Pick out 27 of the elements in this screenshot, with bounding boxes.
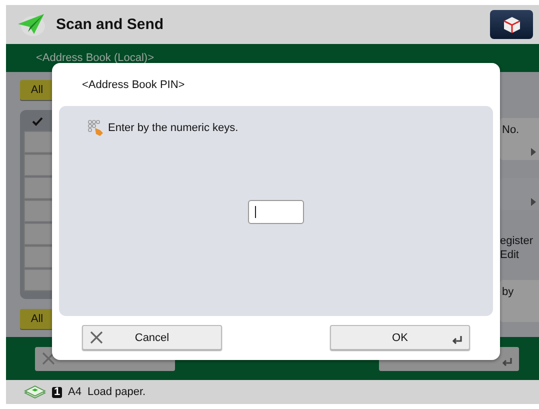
- paper-size: A4: [68, 386, 82, 398]
- dialog-title: <Address Book PIN>: [82, 78, 185, 90]
- all-button[interactable]: All: [20, 309, 54, 329]
- arrow-icon: [531, 198, 536, 206]
- side-button[interactable]: No.: [500, 118, 539, 160]
- hint-text: Enter by the numeric keys.: [108, 122, 238, 134]
- screen-title: <Address Book (Local)>: [36, 52, 154, 64]
- ok-button[interactable]: OK: [330, 325, 470, 350]
- cube-icon: [502, 14, 522, 34]
- check-icon: [32, 116, 43, 126]
- close-icon: [42, 352, 55, 364]
- keypad-hand-icon: [87, 119, 105, 137]
- status-message: Load paper.: [87, 386, 146, 398]
- app-title: Scan and Send: [56, 16, 165, 33]
- paper-plane-icon: [16, 12, 46, 38]
- cube-button[interactable]: [490, 10, 533, 39]
- side-button[interactable]: by: [500, 280, 539, 322]
- close-icon: [90, 331, 103, 344]
- cancel-button[interactable]: Cancel: [82, 325, 222, 350]
- paper-stack-icon: [24, 385, 46, 399]
- side-label: egister Edit: [500, 234, 534, 262]
- pin-field[interactable]: [248, 200, 304, 224]
- return-arrow-icon: [451, 335, 463, 345]
- tray-number: 1: [52, 386, 62, 398]
- return-arrow-icon: [501, 356, 513, 366]
- arrow-icon: [531, 148, 536, 156]
- all-button[interactable]: All: [20, 80, 54, 100]
